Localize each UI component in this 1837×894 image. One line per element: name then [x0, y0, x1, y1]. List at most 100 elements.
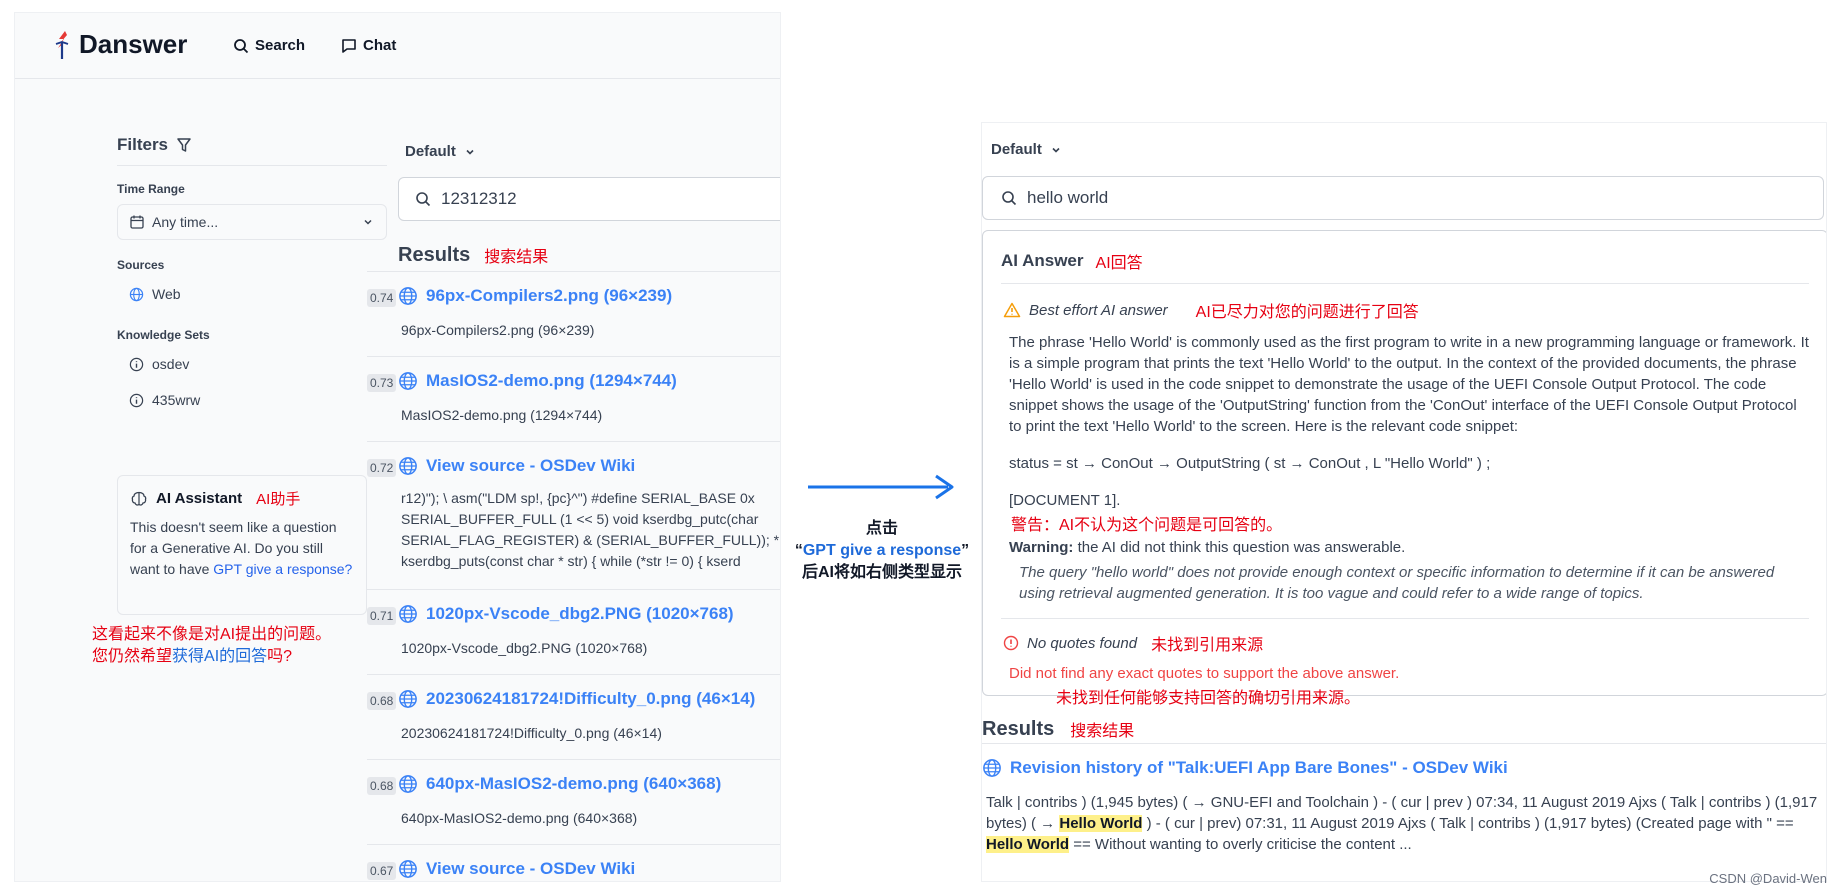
globe-icon — [398, 689, 418, 709]
app-logo[interactable]: Danswer — [53, 29, 187, 60]
filters-title-label: Filters — [117, 135, 169, 154]
danswer-logo-icon — [53, 30, 73, 60]
annotation-line: 您仍然希望获得AI的回答吗? — [92, 646, 331, 668]
no-quotes-banner: No quotes found 未找到引用来源 — [1003, 631, 1809, 655]
result-title-link[interactable]: 20230624181724!Difficulty_0.png (46×14) — [398, 689, 780, 709]
result-title: 20230624181724!Difficulty_0.png (46×14) — [426, 689, 756, 708]
right-screenshot: Default hello world AI Answer AI回答 Best … — [981, 122, 1827, 882]
no-quotes-label: No quotes found — [1027, 634, 1138, 652]
left-annotation: 这看起来不像是对AI提出的问题。 您仍然希望获得AI的回答吗? — [92, 624, 331, 668]
result-title: View source - OSDev Wiki — [426, 859, 636, 878]
results-annotation: 搜索结果 — [484, 249, 549, 266]
snippet-highlight: Hello World — [986, 836, 1070, 853]
chat-icon — [341, 38, 357, 54]
globe-icon — [982, 758, 1002, 778]
result-item: 0.71 1020px-Vscode_dbg2.PNG (1020×768) 1… — [367, 589, 780, 674]
persona-selector[interactable]: Default — [991, 141, 1062, 158]
ai-answer-text: The phrase 'Hello World' is commonly use… — [1009, 334, 1809, 435]
quote-open: “ — [794, 542, 803, 559]
brain-icon — [130, 490, 148, 508]
search-query: 12312312 — [441, 189, 517, 208]
chevron-down-icon — [464, 146, 476, 158]
result-snippet: 1020px-Vscode_dbg2.PNG (1020×768) — [401, 640, 648, 656]
result-title-link[interactable]: View source - OSDev Wiki — [398, 859, 780, 879]
result-title-link[interactable]: 640px-MasIOS2-demo.png (640×368) — [398, 774, 780, 794]
search-icon — [233, 38, 249, 54]
knowledge-set-item[interactable]: osdev — [129, 356, 387, 372]
result-title: MasIOS2-demo.png (1294×744) — [426, 371, 677, 390]
annotation-line: 后AI将如右侧类型显示 — [801, 564, 962, 581]
globe-icon — [398, 286, 418, 306]
globe-icon — [398, 774, 418, 794]
annotation-line: 点击 — [865, 520, 898, 537]
result-item: 0.74 96px-Compilers2.png (96×239) 96px-C… — [367, 271, 780, 356]
warning-line: Warning: the AI did not think this quest… — [1009, 539, 1809, 556]
result-item: Revision history of "Talk:UEFI App Bare … — [982, 743, 1826, 855]
ai-assistant-title: AI Assistant AI助手 — [130, 488, 354, 509]
result-snippet: r12)"); \ asm("LDM sp!, {pc}^") #define … — [401, 488, 780, 572]
result-snippet: 96px-Compilers2.png (96×239) — [401, 322, 595, 338]
snippet-text: ) - ( cur | prev) 07:31, 11 August 2019 … — [1142, 815, 1794, 832]
annotation-text: 您仍然希望 — [92, 648, 173, 665]
top-navbar: Danswer Search Chat — [15, 13, 780, 79]
best-effort-annotation: AI已尽力对您的问题进行了回答 — [1195, 304, 1419, 321]
gpt-give-response-link[interactable]: GPT give a response? — [213, 561, 352, 577]
result-snippet: MasIOS2-demo.png (1294×744) — [401, 407, 603, 423]
results-title: Results — [398, 243, 471, 266]
persona-selector[interactable]: Default — [405, 143, 476, 160]
result-title-link[interactable]: Revision history of "Talk:UEFI App Bare … — [982, 758, 1826, 778]
nav-search[interactable]: Search — [233, 37, 305, 54]
chevron-down-icon — [362, 216, 374, 228]
info-icon — [129, 357, 144, 372]
search-input[interactable]: hello world — [982, 176, 1824, 220]
filter-icon — [176, 137, 192, 153]
warning-annotation: 警告：AI不认为这个问题是可回答的。 — [1011, 517, 1283, 534]
globe-icon — [129, 287, 144, 302]
info-icon — [129, 393, 144, 408]
result-title-link[interactable]: MasIOS2-demo.png (1294×744) — [398, 371, 780, 391]
sources-label: Sources — [117, 258, 165, 272]
knowledge-set-item[interactable]: 435wrw — [129, 392, 387, 408]
search-icon — [1001, 190, 1017, 206]
snippet-line: kserdbg_puts(const char * str) { while (… — [401, 553, 741, 569]
result-title-link[interactable]: 1020px-Vscode_dbg2.PNG (1020×768) — [398, 604, 780, 624]
ai-answer-header: AI Answer AI回答 — [1001, 231, 1809, 284]
snippet-highlight: Hello World — [1059, 815, 1143, 832]
best-effort-banner: Best effort AI answer AI已尽力对您的问题进行了回答 — [1003, 298, 1809, 322]
result-title: View source - OSDev Wiki — [426, 456, 636, 475]
ai-answer-box: AI Answer AI回答 Best effort AI answer AI已… — [982, 230, 1826, 707]
annotation-text: 吗? — [267, 648, 293, 665]
source-item-web[interactable]: Web — [129, 286, 387, 302]
result-title-link[interactable]: View source - OSDev Wiki — [398, 456, 780, 476]
globe-icon — [398, 604, 418, 624]
result-title-link[interactable]: 96px-Compilers2.png (96×239) — [398, 286, 780, 306]
time-range-select[interactable]: Any time... — [117, 204, 387, 240]
relevance-score: 0.68 — [367, 777, 397, 795]
divider — [1001, 618, 1809, 619]
relevance-score: 0.74 — [367, 289, 397, 307]
ai-assistant-message: This doesn't seem like a question for a … — [130, 517, 354, 580]
ai-assistant-annotation: AI助手 — [256, 491, 301, 508]
time-range-label: Time Range — [117, 182, 185, 196]
no-quotes-message-annotation: 未找到任何能够支持回答的确切引用来源。 — [1056, 690, 1361, 707]
annotation-link-text: GPT give a response — [802, 542, 962, 559]
result-snippet: 20230624181724!Difficulty_0.png (46×14) — [401, 725, 662, 741]
results-list: 0.74 96px-Compilers2.png (96×239) 96px-C… — [367, 271, 780, 881]
nav-search-label: Search — [255, 37, 306, 54]
app-name: Danswer — [79, 29, 188, 59]
result-snippet: Talk | contribs ) (1,945 bytes) ( → GNU-… — [986, 792, 1824, 855]
result-snippet: 640px-MasIOS2-demo.png (640×368) — [401, 810, 638, 826]
result-item: 0.68 20230624181724!Difficulty_0.png (46… — [367, 674, 780, 759]
relevance-score: 0.73 — [367, 374, 397, 392]
result-item: 0.73 MasIOS2-demo.png (1294×744) MasIOS2… — [367, 356, 780, 441]
middle-annotation: 点击 “GPT give a response” 后AI将如右侧类型显示 — [782, 518, 982, 584]
annotation-line: “GPT give a response” — [782, 540, 982, 562]
snippet-line: r12)"); \ asm("LDM sp!, {pc}^") #define … — [401, 490, 755, 506]
search-input[interactable]: 12312312 — [398, 177, 780, 221]
ai-answer-doc-ref: [DOCUMENT 1]. — [1009, 492, 1121, 509]
nav-chat[interactable]: Chat — [341, 37, 396, 54]
warning-label: Warning: — [1009, 539, 1074, 556]
snippet-line: SERIAL_BUFFER_FULL (1 << 5) void kserdbg… — [401, 511, 759, 527]
watermark: CSDN @David-Wen — [1709, 871, 1827, 886]
snippet-line: SERIAL_FLAG_REGISTER) & (SERIAL_BUFFER_F… — [401, 532, 780, 548]
